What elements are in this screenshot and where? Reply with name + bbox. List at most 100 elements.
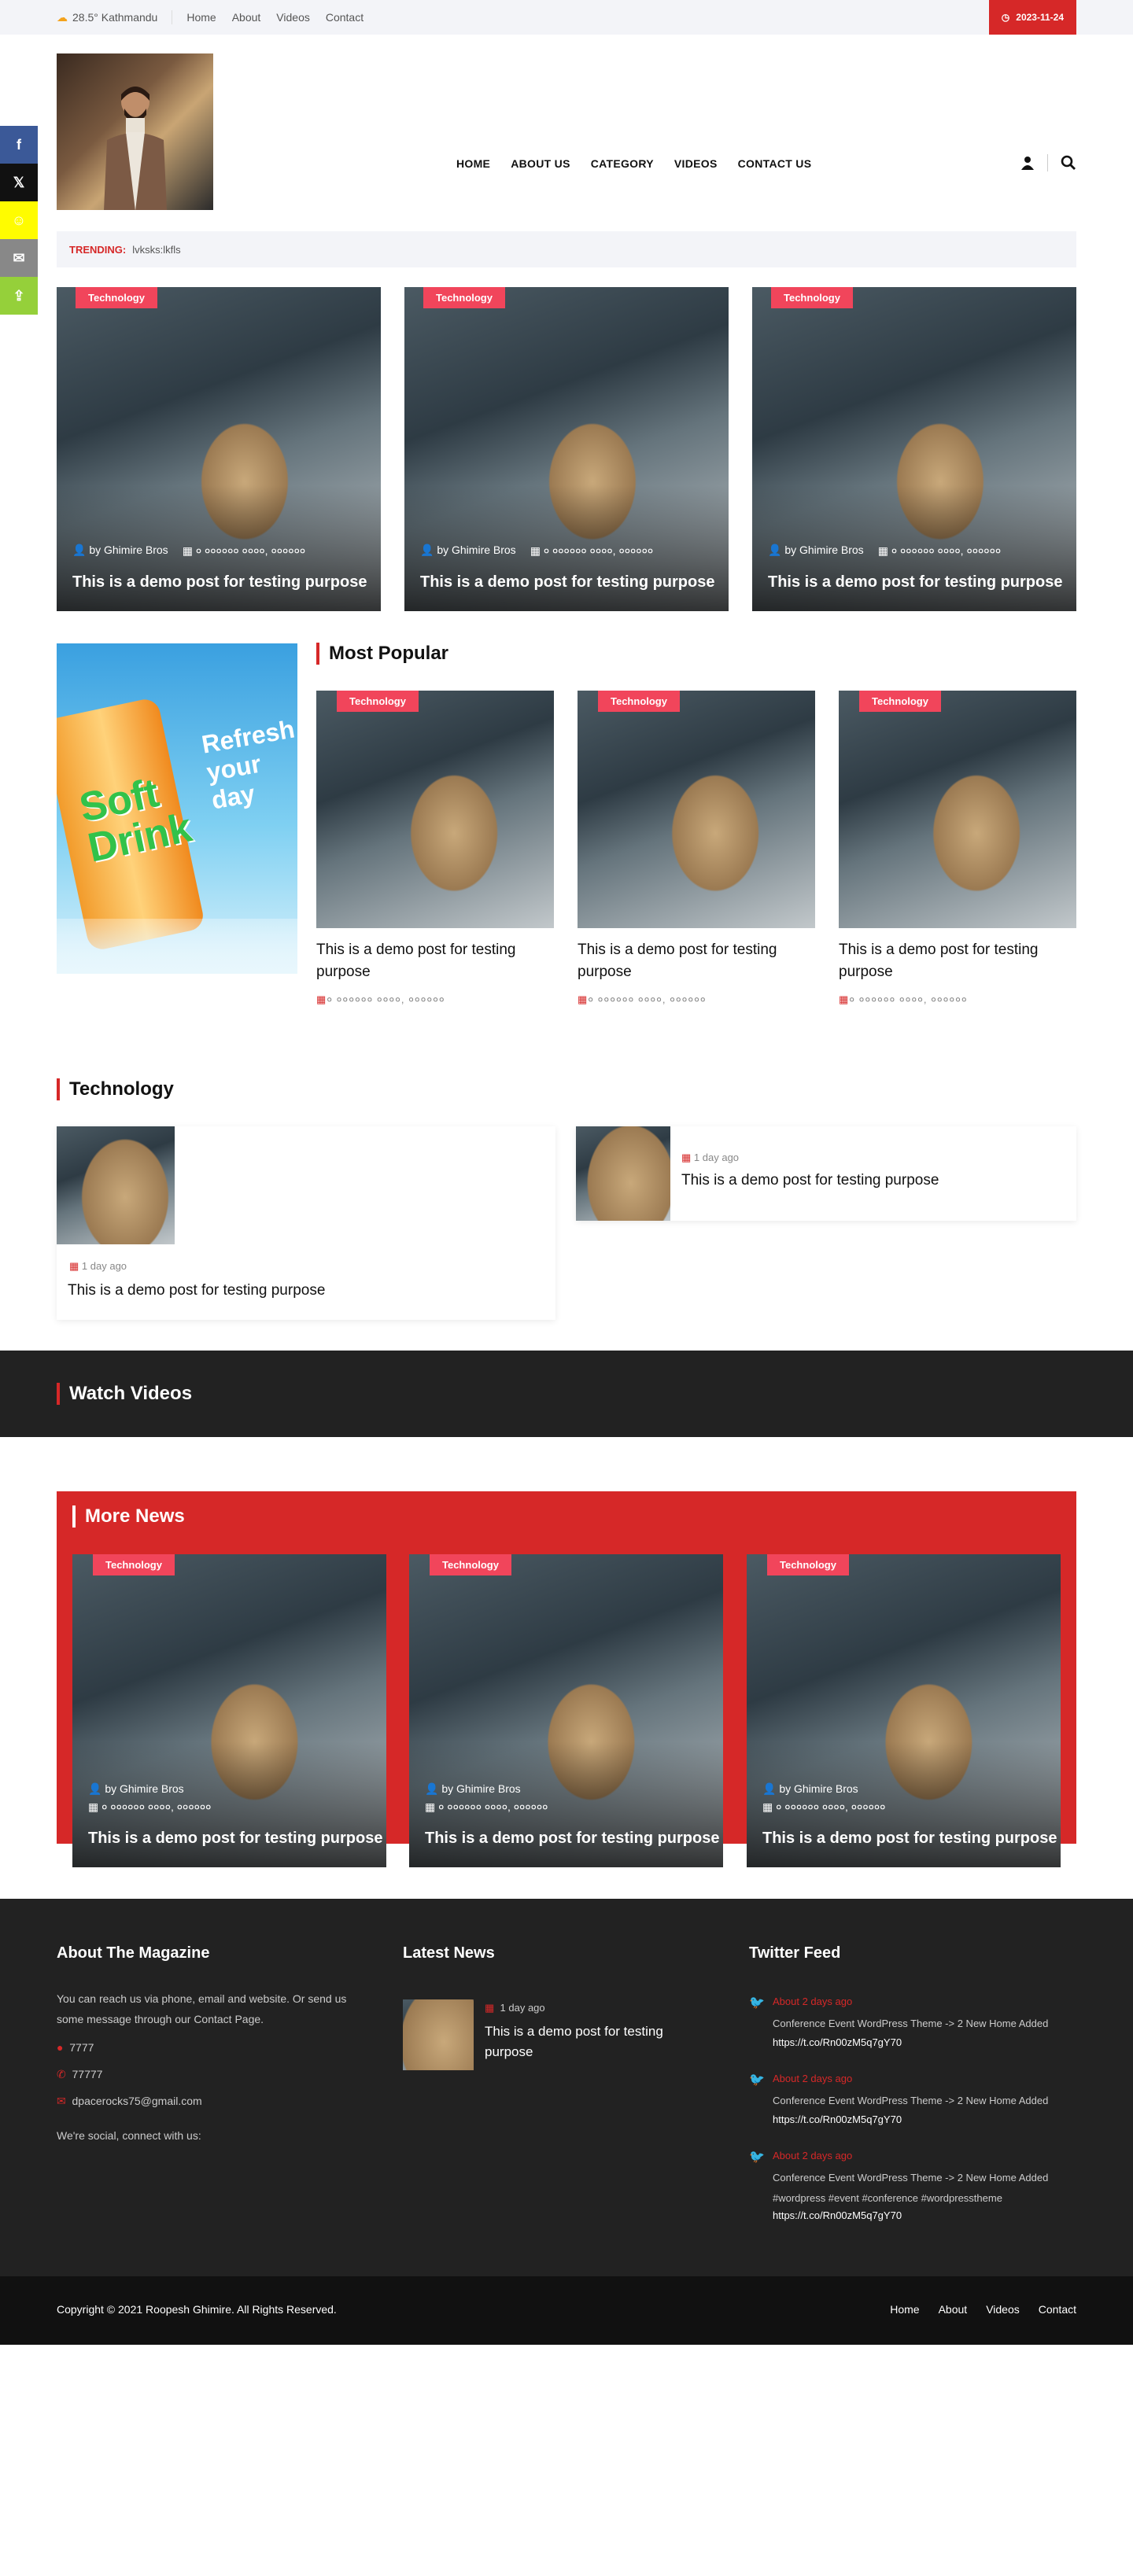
- footer-location: ● 7777: [57, 2041, 94, 2054]
- category-badge[interactable]: Technology: [767, 1554, 849, 1575]
- date-meta: ▦ ० ०००००० ००००, ००००००: [530, 544, 654, 557]
- date-meta: ▦ ० ०००००० ००००, ००००००: [182, 544, 306, 557]
- tweet-link[interactable]: https://t.co/Rn00zM5q7gY70: [773, 2032, 902, 2053]
- nav-home[interactable]: HOME: [456, 157, 490, 170]
- featured-card[interactable]: Technology 👤 by Ghimire Bros ▦ ० ०००००० …: [57, 287, 381, 611]
- site-logo[interactable]: [57, 53, 213, 210]
- post-title[interactable]: This is a demo post for testing purpose: [72, 573, 367, 591]
- nav-contact-us[interactable]: CONTACT US: [738, 157, 812, 170]
- tweet-time[interactable]: About 2 days ago: [773, 1992, 852, 2012]
- category-badge[interactable]: Technology: [337, 691, 419, 712]
- post-date: ▦० ०००००० ००००, ००००००: [578, 993, 707, 1005]
- category-badge[interactable]: Technology: [423, 287, 505, 308]
- latest-news-title[interactable]: This is a demo post for testing purpose: [485, 2021, 697, 2062]
- category-badge[interactable]: Technology: [771, 287, 853, 308]
- date-meta: ▦ ० ०००००० ००००, ००००००: [88, 1800, 212, 1813]
- advertisement-banner[interactable]: Soft Drink Refresh your day: [57, 643, 297, 974]
- top-link-home[interactable]: Home: [186, 11, 216, 24]
- post-title[interactable]: This is a demo post for testing purpose: [578, 939, 814, 983]
- share-icon[interactable]: ⇪: [0, 277, 38, 315]
- date-meta: ▦ ० ०००००० ००००, ००००००: [762, 1800, 886, 1813]
- trending-item[interactable]: lvksks:lkfls: [132, 244, 180, 256]
- footer-latest-title: Latest News: [403, 1944, 495, 1962]
- post-title[interactable]: This is a demo post for testing purpose: [425, 1830, 719, 1848]
- post-title[interactable]: This is a demo post for testing purpose: [420, 573, 714, 591]
- post-title[interactable]: This is a demo post for testing purpose: [316, 939, 552, 983]
- divider: [1047, 154, 1048, 171]
- x-twitter-icon[interactable]: 𝕏: [0, 164, 38, 201]
- bottom-link-home[interactable]: Home: [890, 2303, 919, 2316]
- top-link-videos[interactable]: Videos: [276, 11, 310, 24]
- tweet-link[interactable]: https://t.co/Rn00zM5q7gY70: [773, 2206, 902, 2226]
- post-title[interactable]: This is a demo post for testing purpose: [762, 1830, 1057, 1848]
- more-news-card[interactable]: Technology 👤 by Ghimire Bros ▦ ० ०००००० …: [409, 1554, 723, 1867]
- category-badge[interactable]: Technology: [93, 1554, 175, 1575]
- post-date: ▦० ०००००० ००००, ००००००: [316, 993, 445, 1005]
- featured-card[interactable]: Technology 👤 by Ghimire Bros ▦ ० ०००००० …: [752, 287, 1076, 611]
- more-news-card[interactable]: Technology 👤 by Ghimire Bros ▦ ० ०००००० …: [747, 1554, 1061, 1867]
- calendar-icon: ▦: [485, 2002, 495, 2014]
- clock-icon: ◷: [1001, 12, 1010, 23]
- search-icon[interactable]: [1061, 155, 1076, 171]
- copyright-bar: Copyright © 2021 Roopesh Ghimire. All Ri…: [0, 2276, 1133, 2345]
- popular-card-image[interactable]: Technology: [316, 691, 554, 928]
- footer-email[interactable]: ✉ dpacerocks75@gmail.com: [57, 2091, 202, 2111]
- date-badge: ◷ 2023-11-24: [988, 0, 1076, 35]
- twitter-icon: 🐦: [749, 1996, 765, 2010]
- featured-card[interactable]: Technology 👤 by Ghimire Bros ▦ ० ०००००० …: [404, 287, 729, 611]
- date-text: 2023-11-24: [1016, 12, 1064, 23]
- footer-about-text: You can reach us via phone, email and we…: [57, 1992, 347, 2025]
- ad-slogan: Refresh your day: [199, 714, 297, 815]
- logo-person-image: [104, 87, 167, 210]
- post-title[interactable]: This is a demo post for testing purpose: [768, 573, 1062, 591]
- user-icon[interactable]: [1020, 156, 1035, 170]
- top-link-contact[interactable]: Contact: [326, 11, 364, 24]
- tech-post-card[interactable]: ▦ 1 day ago This is a demo post for test…: [57, 1126, 555, 1320]
- watch-videos-band: Watch Videos: [0, 1351, 1133, 1437]
- footer-about-title: About The Magazine: [57, 1944, 210, 1962]
- post-title[interactable]: This is a demo post for testing purpose: [68, 1282, 325, 1299]
- post-title[interactable]: This is a demo post for testing purpose: [681, 1172, 939, 1189]
- post-thumbnail[interactable]: [57, 1126, 175, 1244]
- weather-text: 28.5° Kathmandu: [72, 11, 158, 24]
- more-news-card[interactable]: Technology 👤 by Ghimire Bros ▦ ० ०००००० …: [72, 1554, 386, 1867]
- section-title-watch-videos: Watch Videos: [57, 1383, 192, 1405]
- tweet-link[interactable]: https://t.co/Rn00zM5q7gY70: [773, 2110, 902, 2130]
- category-badge[interactable]: Technology: [859, 691, 941, 712]
- post-title[interactable]: This is a demo post for testing purpose: [839, 939, 1075, 983]
- tech-post-card[interactable]: ▦ 1 day ago This is a demo post for test…: [576, 1126, 1076, 1221]
- post-title[interactable]: This is a demo post for testing purpose: [88, 1830, 382, 1848]
- nav-videos[interactable]: VIDEOS: [674, 157, 718, 170]
- popular-card-image[interactable]: Technology: [839, 691, 1076, 928]
- email-icon[interactable]: ✉: [0, 239, 38, 277]
- author-meta: 👤 by Ghimire Bros: [88, 1782, 184, 1795]
- bottom-link-contact[interactable]: Contact: [1039, 2303, 1076, 2316]
- tweet-time[interactable]: About 2 days ago: [773, 2146, 852, 2166]
- category-badge[interactable]: Technology: [598, 691, 680, 712]
- latest-news-time: ▦ 1 day ago: [485, 2002, 545, 2014]
- facebook-icon[interactable]: f: [0, 126, 38, 164]
- author-meta: 👤 by Ghimire Bros: [762, 1782, 858, 1795]
- bottom-link-about[interactable]: About: [939, 2303, 968, 2316]
- bottom-link-videos[interactable]: Videos: [986, 2303, 1020, 2316]
- main-nav: HOME ABOUT US CATEGORY VIDEOS CONTACT US: [456, 157, 811, 170]
- category-badge[interactable]: Technology: [76, 287, 157, 308]
- weather-widget: ☁ 28.5° Kathmandu: [57, 10, 173, 24]
- nav-category[interactable]: CATEGORY: [591, 157, 654, 170]
- nav-about-us[interactable]: ABOUT US: [511, 157, 570, 170]
- post-time: ▦ 1 day ago: [681, 1152, 740, 1163]
- latest-news-thumbnail[interactable]: [403, 1999, 474, 2070]
- weather-icon: ☁: [57, 10, 68, 24]
- top-link-about[interactable]: About: [232, 11, 261, 24]
- footer-social-text: We're social, connect with us:: [57, 2129, 201, 2142]
- phone-icon: ✆: [57, 2068, 66, 2080]
- calendar-icon: ▦: [316, 993, 327, 1005]
- calendar-icon: ▦: [839, 993, 850, 1005]
- calendar-icon: ▦: [578, 993, 589, 1005]
- post-thumbnail[interactable]: [576, 1126, 670, 1221]
- popular-card-image[interactable]: Technology: [578, 691, 815, 928]
- snapchat-icon[interactable]: ☺: [0, 201, 38, 239]
- tweet-time[interactable]: About 2 days ago: [773, 2069, 852, 2089]
- footer-phone: ✆ 77777: [57, 2068, 103, 2080]
- category-badge[interactable]: Technology: [430, 1554, 511, 1575]
